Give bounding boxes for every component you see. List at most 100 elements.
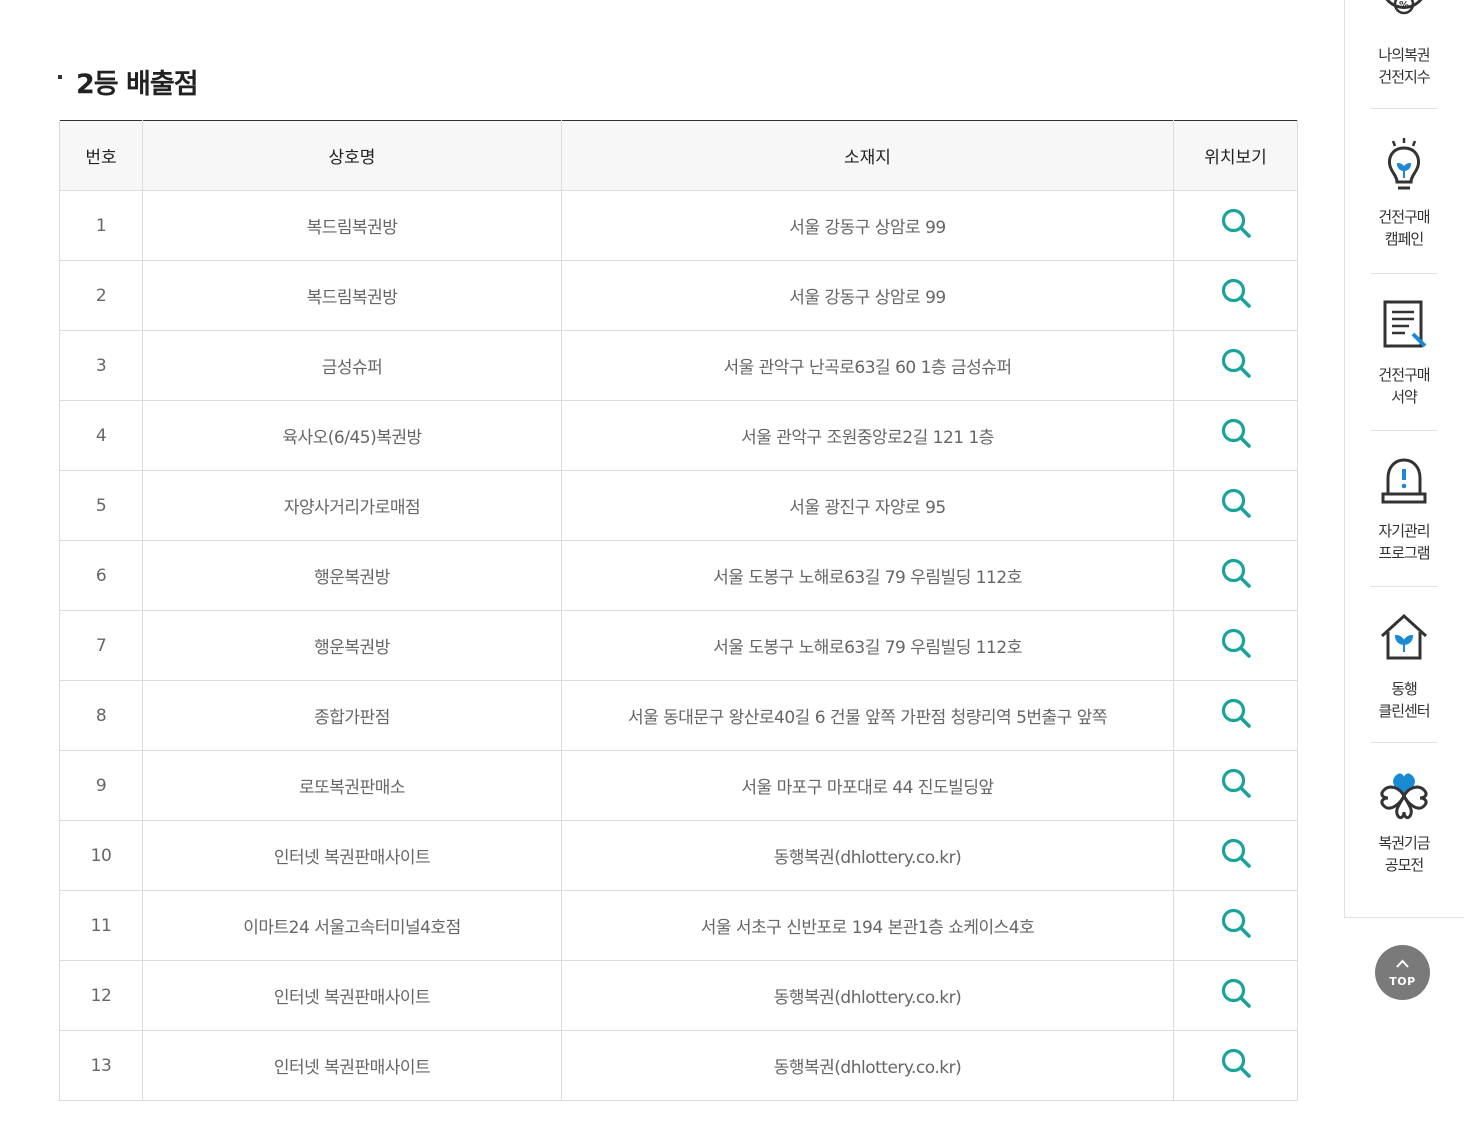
- cell-location: [1173, 330, 1298, 401]
- cell-no: 7: [59, 610, 143, 681]
- view-location-button[interactable]: [1220, 487, 1252, 519]
- cell-location: [1173, 470, 1298, 541]
- section-title: 2등 배출점: [58, 58, 199, 104]
- chevron-up-icon: [1396, 959, 1409, 968]
- table-row: 7 행운복권방 서울 도봉구 노해로63길 79 우림빌딩 112호: [59, 610, 1298, 681]
- cell-no: 9: [59, 750, 143, 821]
- quick-menu-item-contest[interactable]: 복권기금 공모전: [1371, 768, 1437, 876]
- quick-menu-divider: [1371, 586, 1437, 587]
- table-row: 3 금성슈퍼 서울 관악구 난곡로63길 60 1층 금성슈퍼: [59, 330, 1298, 401]
- cell-store-name: 인터넷 복권판매사이트: [142, 1030, 562, 1101]
- cell-store-name: 복드림복권방: [142, 190, 562, 261]
- table-row: 6 행운복권방 서울 도봉구 노해로63길 79 우림빌딩 112호: [59, 540, 1298, 611]
- quick-menu-item-clean-center[interactable]: 동행 클린센터: [1371, 612, 1437, 722]
- cell-store-name: 육사오(6/45)복권방: [142, 400, 562, 471]
- cell-address: 서울 동대문구 왕산로40길 6 건물 앞쪽 가판점 청량리역 5번출구 앞쪽: [561, 680, 1174, 751]
- view-location-button[interactable]: [1220, 347, 1252, 379]
- view-location-button[interactable]: [1220, 837, 1252, 869]
- cell-address: 동행복권(dhlottery.co.kr): [561, 1030, 1174, 1101]
- view-location-button[interactable]: [1220, 697, 1252, 729]
- cell-no: 2: [59, 260, 143, 331]
- cell-store-name: 종합가판점: [142, 680, 562, 751]
- table-row: 2 복드림복권방 서울 강동구 상암로 99: [59, 260, 1298, 331]
- cell-store-name: 로또복권판매소: [142, 750, 562, 821]
- search-icon: [1221, 628, 1251, 658]
- cell-address: 서울 서초구 신반포로 194 본관1층 쇼케이스4호: [561, 890, 1174, 961]
- page-title: 2등 배출점: [76, 68, 199, 100]
- view-location-button[interactable]: [1220, 627, 1252, 659]
- cell-address: 서울 도봉구 노해로63길 79 우림빌딩 112호: [561, 610, 1174, 681]
- table-body: 1 복드림복권방 서울 강동구 상암로 99 2 복드림복권방 서울 강동구 상암로 99…: [59, 190, 1298, 1101]
- quick-menu: % 나의복권 건전지수 건전구매 캠페인 건전구매 서약 자기관리 프로그램 동…: [1344, 0, 1464, 918]
- table-row: 5 자양사거리가로매점 서울 광진구 자양로 95: [59, 470, 1298, 541]
- cell-no: 13: [59, 1030, 143, 1101]
- cell-address: 서울 강동구 상암로 99: [561, 260, 1174, 331]
- quick-menu-label: 건전구매 서약: [1378, 366, 1430, 406]
- view-location-button[interactable]: [1220, 1047, 1252, 1079]
- cell-location: [1173, 890, 1298, 961]
- cell-location: [1173, 820, 1298, 891]
- view-location-button[interactable]: [1220, 977, 1252, 1009]
- cell-no: 10: [59, 820, 143, 891]
- search-icon: [1221, 908, 1251, 938]
- cell-no: 1: [59, 190, 143, 261]
- quick-menu-item-self-care[interactable]: 자기관리 프로그램: [1371, 456, 1437, 564]
- search-icon: [1221, 488, 1251, 518]
- cell-store-name: 금성슈퍼: [142, 330, 562, 401]
- table-header-row: 번호 상호명 소재지 위치보기: [59, 120, 1298, 191]
- view-location-button[interactable]: [1220, 207, 1252, 239]
- view-location-button[interactable]: [1220, 417, 1252, 449]
- table-row: 1 복드림복권방 서울 강동구 상암로 99: [59, 190, 1298, 261]
- view-location-button[interactable]: [1220, 277, 1252, 309]
- view-location-button[interactable]: [1220, 767, 1252, 799]
- cell-location: [1173, 190, 1298, 261]
- quick-menu-label: 복권기금 공모전: [1378, 834, 1430, 874]
- lightbulb-icon: [1388, 138, 1420, 190]
- quick-menu-item-campaign[interactable]: 건전구매 캠페인: [1371, 136, 1437, 250]
- cell-location: [1173, 260, 1298, 331]
- table-row: 10 인터넷 복권판매사이트 동행복권(dhlottery.co.kr): [59, 820, 1298, 891]
- cell-location: [1173, 960, 1298, 1031]
- cell-location: [1173, 750, 1298, 821]
- quick-menu-label: 자기관리 프로그램: [1378, 522, 1430, 562]
- quick-menu-item-wellness-index[interactable]: % 나의복권 건전지수: [1371, 0, 1437, 88]
- cell-address: 서울 강동구 상암로 99: [561, 190, 1174, 261]
- cell-no: 11: [59, 890, 143, 961]
- quick-menu-label: 나의복권 건전지수: [1378, 46, 1430, 86]
- cell-store-name: 행운복권방: [142, 540, 562, 611]
- search-icon: [1221, 348, 1251, 378]
- cell-location: [1173, 610, 1298, 681]
- cell-no: 12: [59, 960, 143, 1031]
- search-icon: [1221, 978, 1251, 1008]
- header-address: 소재지: [561, 120, 1174, 191]
- alarm-bell-icon: [1381, 458, 1427, 504]
- table-row: 8 종합가판점 서울 동대문구 왕산로40길 6 건물 앞쪽 가판점 청량리역 5번…: [59, 680, 1298, 751]
- scroll-top-label: TOP: [1389, 975, 1416, 988]
- cell-address: 서울 관악구 조원중앙로2길 121 1층: [561, 400, 1174, 471]
- quick-menu-item-pledge[interactable]: 건전구매 서약: [1371, 300, 1437, 408]
- quick-menu-label: 동행 클린센터: [1378, 680, 1430, 720]
- document-pen-icon: [1383, 300, 1427, 348]
- search-icon: [1221, 838, 1251, 868]
- cell-no: 4: [59, 400, 143, 471]
- search-icon: [1221, 278, 1251, 308]
- header-name: 상호명: [142, 120, 562, 191]
- search-icon: [1221, 698, 1251, 728]
- quick-menu-label: 건전구매 캠페인: [1378, 208, 1430, 248]
- quick-menu-divider: [1371, 273, 1437, 274]
- table-row: 13 인터넷 복권판매사이트 동행복권(dhlottery.co.kr): [59, 1030, 1298, 1101]
- winning-stores-table: 번호 상호명 소재지 위치보기 1 복드림복권방 서울 강동구 상암로 99 2 복드림…: [59, 120, 1298, 1101]
- view-location-button[interactable]: [1220, 907, 1252, 939]
- table-row: 12 인터넷 복권판매사이트 동행복권(dhlottery.co.kr): [59, 960, 1298, 1031]
- scroll-top-button[interactable]: TOP: [1375, 945, 1430, 1000]
- cell-address: 서울 마포구 마포대로 44 진도빌딩앞: [561, 750, 1174, 821]
- house-sprout-icon: [1380, 613, 1428, 660]
- cell-location: [1173, 680, 1298, 751]
- search-icon: [1221, 208, 1251, 238]
- table-row: 4 육사오(6/45)복권방 서울 관악구 조원중앙로2길 121 1층: [59, 400, 1298, 471]
- view-location-button[interactable]: [1220, 557, 1252, 589]
- cell-store-name: 인터넷 복권판매사이트: [142, 960, 562, 1031]
- cell-no: 5: [59, 470, 143, 541]
- cell-no: 8: [59, 680, 143, 751]
- cell-store-name: 행운복권방: [142, 610, 562, 681]
